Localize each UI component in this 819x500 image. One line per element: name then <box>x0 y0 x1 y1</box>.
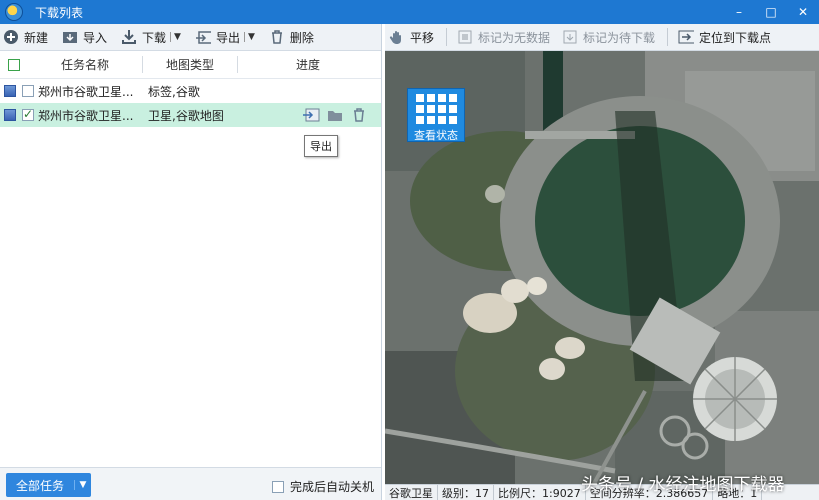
auto-shutdown-option[interactable]: 完成后自动关机 <box>272 478 374 495</box>
plus-circle-icon <box>3 29 19 45</box>
table-row[interactable]: 郑州市谷歌卫星... 卫星,谷歌地图 <box>0 103 381 127</box>
delete-label: 删除 <box>289 30 314 45</box>
auto-shutdown-label: 完成后自动关机 <box>290 480 375 494</box>
grid-icon <box>416 94 464 124</box>
row-checkbox[interactable] <box>22 85 34 97</box>
pan-button[interactable]: 平移 <box>389 29 434 46</box>
header-task-name[interactable]: 任务名称 <box>28 56 143 73</box>
all-tasks-label: 全部任务 <box>15 478 64 493</box>
pan-label: 平移 <box>410 30 435 45</box>
header-map-type[interactable]: 地图类型 <box>143 56 238 73</box>
zoom-level: 级别：17 <box>438 484 494 500</box>
import-button[interactable]: 导入 <box>62 29 107 46</box>
task-status-icon <box>4 109 16 121</box>
folder-icon[interactable] <box>326 106 344 123</box>
task-name: 郑州市谷歌卫星... <box>38 108 134 123</box>
title-bar: 下载列表 – □ ✕ <box>0 0 819 24</box>
task-toolbar: 新建 导入 下载 ▼ 导出 ▼ 删除 <box>0 24 381 51</box>
export-image-icon[interactable] <box>302 106 320 123</box>
import-label: 导入 <box>83 30 108 45</box>
view-status-button[interactable]: 查看状态 <box>407 88 465 142</box>
task-list-pane: 新建 导入 下载 ▼ 导出 ▼ 删除 任务名称 地图类型 进度 郑州市谷歌卫星.… <box>0 24 382 500</box>
new-button[interactable]: 新建 <box>3 29 48 46</box>
map-scale: 比例尺：1:9027 <box>494 484 586 500</box>
trash-icon[interactable] <box>350 106 368 123</box>
import-icon <box>62 29 78 45</box>
maximize-button[interactable]: □ <box>755 0 787 24</box>
download-icon <box>121 29 137 45</box>
locate-button[interactable]: 定位到下载点 <box>678 29 771 46</box>
locate-icon <box>678 29 695 45</box>
header-progress[interactable]: 进度 <box>238 56 378 73</box>
export-dropdown-icon[interactable]: ▼ <box>243 32 255 42</box>
grid-header: 任务名称 地图类型 进度 <box>0 51 381 79</box>
mark-pending-icon <box>562 29 578 45</box>
window-title: 下载列表 <box>35 5 84 20</box>
all-tasks-dropdown[interactable]: 全部任务 ▼ <box>6 473 91 497</box>
export-button[interactable]: 导出 ▼ <box>195 29 255 46</box>
trash-icon <box>269 29 285 45</box>
table-row[interactable]: 郑州市谷歌卫星... 标签,谷歌 <box>0 79 381 103</box>
export-label: 导出 <box>215 30 240 45</box>
chevron-down-icon[interactable]: ▼ <box>74 480 91 490</box>
select-all-checkbox[interactable] <box>8 58 20 71</box>
export-icon <box>195 29 211 45</box>
minimize-button[interactable]: – <box>723 0 755 24</box>
satellite-map-view[interactable]: 查看状态 <box>385 51 819 500</box>
map-pane: 平移 标记为无数据 标记为待下载 定位到下载点 查看状态 谷歌卫星 级别：17 … <box>385 24 819 500</box>
watermark-text: 头条号 / 水经注地图下载器 <box>581 475 785 495</box>
mark-no-data-icon <box>457 29 473 45</box>
toolbar-divider <box>446 28 448 46</box>
task-footer: 全部任务 ▼ 完成后自动关机 <box>0 467 381 500</box>
download-label: 下载 <box>142 30 167 45</box>
mark-no-data-label: 标记为无数据 <box>478 30 551 45</box>
toolbar-divider <box>667 28 669 46</box>
mark-pending-button[interactable]: 标记为待下载 <box>562 29 655 46</box>
locate-label: 定位到下载点 <box>699 30 772 45</box>
close-button[interactable]: ✕ <box>787 0 819 24</box>
mark-pending-label: 标记为待下载 <box>583 30 656 45</box>
auto-shutdown-checkbox[interactable] <box>272 480 284 493</box>
mark-no-data-button[interactable]: 标记为无数据 <box>457 29 550 46</box>
task-name: 郑州市谷歌卫星... <box>38 84 134 99</box>
map-type: 卫星,谷歌地图 <box>148 108 224 123</box>
new-label: 新建 <box>24 30 49 45</box>
download-button[interactable]: 下载 ▼ <box>121 29 181 46</box>
delete-button[interactable]: 删除 <box>269 29 314 46</box>
map-toolbar: 平移 标记为无数据 标记为待下载 定位到下载点 <box>385 24 819 51</box>
row-checkbox[interactable] <box>22 107 34 121</box>
map-source: 谷歌卫星 <box>385 484 438 500</box>
task-status-icon <box>4 85 16 97</box>
hand-icon <box>389 29 405 45</box>
download-dropdown-icon[interactable]: ▼ <box>170 32 181 42</box>
app-logo-icon <box>5 3 23 21</box>
map-type: 标签,谷歌 <box>148 84 200 99</box>
export-tooltip: 导出 <box>304 135 338 157</box>
view-status-label: 查看状态 <box>414 129 458 142</box>
